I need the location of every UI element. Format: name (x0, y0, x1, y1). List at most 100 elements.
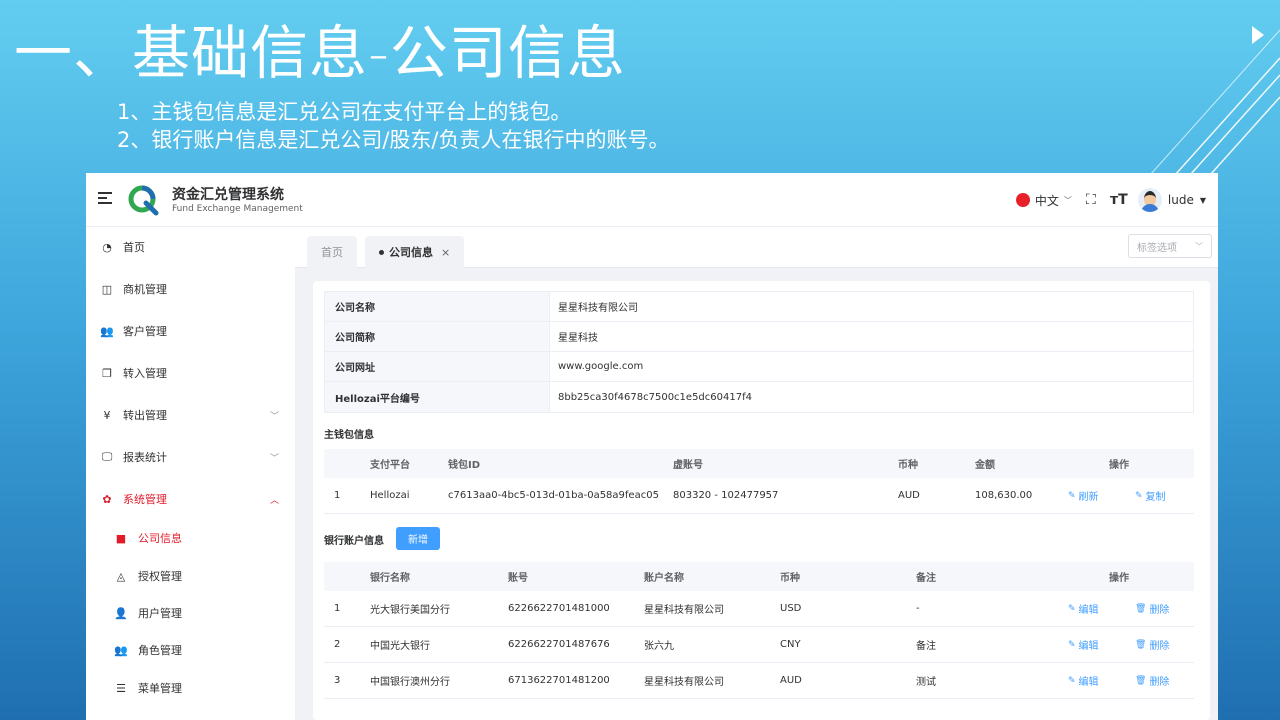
tab-label: 公司信息 (389, 246, 433, 259)
edit-button[interactable]: ✎ 编辑 (1068, 627, 1099, 662)
bank-account-table: 银行名称 账号 账户名称 币种 备注 操作 1 光大银行美国分行 6226622… (324, 562, 1194, 699)
delete-button[interactable]: 🗑 删除 (1135, 591, 1169, 626)
sidebar-item-label: 报表统计 (123, 451, 167, 464)
sidebar-subitem-label: 菜单管理 (138, 682, 182, 695)
sidebar-item-transfer-in[interactable]: ❐ 转入管理 (86, 358, 295, 388)
tab-company-info[interactable]: 公司信息 × (365, 236, 465, 268)
user-icon: 👤 (114, 606, 128, 620)
cell-wallet-id: c7613aa0-4bc5-013d-01ba-0a58a9feac05 (448, 490, 659, 501)
sidebar-item-label: 转出管理 (123, 409, 167, 422)
shield-icon: ◬ (116, 569, 126, 583)
username: lude (1167, 193, 1194, 207)
column-header: 币种 (898, 460, 918, 471)
row-index: 1 (334, 603, 341, 614)
monitor-icon: 🖵 (101, 450, 113, 463)
trash-icon: 🗑 (1135, 639, 1147, 650)
column-header: 金额 (975, 460, 995, 471)
tab-home[interactable]: 首页 (307, 236, 357, 268)
sidebar-item-customer[interactable]: 👥 客户管理 (86, 316, 295, 346)
wallet-section-title: 主钱包信息 (324, 430, 374, 441)
book-icon: ◫ (101, 282, 113, 296)
action-label: 编辑 (1078, 605, 1099, 616)
trash-icon: 🗑 (1135, 603, 1147, 614)
cell-currency: AUD (898, 490, 920, 501)
edit-button[interactable]: ✎ 编辑 (1068, 663, 1099, 698)
column-header: 操作 (1109, 573, 1129, 584)
cell-platform: Hellozai (370, 490, 410, 501)
edit-icon: ✎ (1068, 603, 1076, 614)
content-card: 公司名称 星星科技有限公司 公司简称 星星科技 公司网址 www.google.… (313, 281, 1210, 720)
sidebar-subitem-role[interactable]: 👥 角色管理 (86, 635, 295, 665)
cell-note: 备注 (916, 641, 936, 652)
copy-button[interactable]: ✎ 复制 (1135, 478, 1166, 513)
trash-icon: 🗑 (1135, 675, 1147, 686)
wallet-table: 支付平台 钱包ID 虚账号 币种 金额 操作 1 Hellozai c7613a… (324, 449, 1194, 514)
cell-account: 6226622701481000 (508, 603, 610, 614)
table-header: 支付平台 钱包ID 虚账号 币种 金额 操作 (324, 449, 1194, 478)
fullscreen-icon[interactable]: ⛶ (1082, 192, 1100, 208)
caret-down-icon: ▼ (1199, 195, 1206, 205)
column-header: 币种 (780, 573, 800, 584)
sidebar-item-home[interactable]: ◔ 首页 (86, 232, 295, 262)
sidebar-subitem-user[interactable]: 👤 用户管理 (86, 598, 295, 628)
header-actions: 中文 ﹀ ⛶ тT lude ▼ (1015, 173, 1206, 227)
refresh-button[interactable]: ✎ 刷新 (1068, 478, 1099, 513)
sidebar-item-transfer-out[interactable]: ¥ 转出管理 ﹀ (86, 400, 295, 430)
sidebar-subitem-auth[interactable]: ◬ 授权管理 (86, 561, 295, 591)
chevron-down-icon: ﹀ (1195, 241, 1203, 251)
action-label: 编辑 (1078, 641, 1099, 652)
cell-virtual-account: 803320 - 102477957 (673, 490, 779, 501)
users-icon: 👥 (100, 324, 114, 338)
cell-currency: USD (780, 603, 802, 614)
edit-button[interactable]: ✎ 编辑 (1068, 591, 1099, 626)
edit-icon: ✎ (1068, 675, 1076, 686)
cell-account-name: 张六九 (644, 641, 674, 652)
tab-options-select[interactable]: 标签选项 ﹀ (1128, 234, 1212, 258)
logo-icon (128, 185, 159, 216)
edit-icon: ✎ (1135, 490, 1143, 501)
close-icon[interactable]: × (441, 246, 450, 259)
main-content: 首页 公司信息 × 标签选项 ﹀ 公司名称 星星科技有限公司 公司简称 星星科技… (295, 228, 1218, 720)
font-size-icon[interactable]: тT (1110, 192, 1128, 208)
user-menu[interactable]: lude ▼ (1137, 188, 1206, 212)
chevron-down-icon: ﹀ (1063, 195, 1072, 205)
sidebar-subitem-label: 角色管理 (138, 644, 182, 657)
column-header: 银行名称 (370, 573, 410, 584)
delete-button[interactable]: 🗑 删除 (1135, 663, 1169, 698)
app-window: 资金汇兑管理系统 Fund Exchange Management 中文 ﹀ ⛶… (86, 173, 1218, 720)
edit-icon: ✎ (1068, 639, 1076, 650)
sidebar-subitem-label: 公司信息 (138, 532, 182, 545)
delete-button[interactable]: 🗑 删除 (1135, 627, 1169, 662)
row-index: 1 (334, 490, 341, 501)
language-switch[interactable]: 中文 ﹀ (1015, 192, 1072, 209)
company-info-table: 公司名称 星星科技有限公司 公司简称 星星科技 公司网址 www.google.… (324, 291, 1194, 413)
sidebar-subitem-menu[interactable]: ☰ 菜单管理 (86, 673, 295, 703)
sidebar-item-report[interactable]: 🖵 报表统计 ﹀ (86, 442, 295, 472)
column-header: 支付平台 (370, 460, 410, 471)
company-info-row: Hellozai平台编号 8bb25ca30f4678c7500c1e5dc60… (325, 382, 1193, 412)
menu-toggle-icon[interactable] (98, 192, 112, 206)
tabs-bar: 首页 公司信息 × 标签选项 ﹀ (295, 228, 1218, 268)
cell-account-name: 星星科技有限公司 (644, 605, 724, 616)
sidebar-item-label: 商机管理 (123, 283, 167, 296)
language-label: 中文 (1034, 193, 1059, 208)
company-info-row: 公司名称 星星科技有限公司 (325, 292, 1193, 322)
sidebar-subitem-company[interactable]: ■ 公司信息 (86, 523, 295, 553)
gear-icon: ✿ (102, 492, 112, 506)
tab-label: 首页 (321, 246, 343, 259)
cell-account: 6226622701487676 (508, 639, 610, 650)
column-header: 账号 (508, 573, 528, 584)
add-bank-account-button[interactable]: 新增 (396, 527, 440, 550)
chevron-down-icon: ﹀ (269, 453, 279, 464)
sidebar-item-system[interactable]: ✿ 系统管理 ︿ (86, 484, 295, 514)
brand-title: 资金汇兑管理系统 (172, 187, 284, 203)
cell-account-name: 星星科技有限公司 (644, 677, 724, 688)
cell-bank-name: 光大银行美国分行 (370, 605, 450, 616)
app-header: 资金汇兑管理系统 Fund Exchange Management 中文 ﹀ ⛶… (86, 173, 1218, 227)
copy-icon: ❐ (102, 366, 112, 380)
cell-currency: CNY (780, 639, 801, 650)
action-label: 删除 (1149, 677, 1170, 688)
sidebar-item-opportunity[interactable]: ◫ 商机管理 (86, 274, 295, 304)
chevron-up-icon: ︿ (269, 495, 279, 506)
chevron-down-icon: ﹀ (269, 411, 279, 422)
